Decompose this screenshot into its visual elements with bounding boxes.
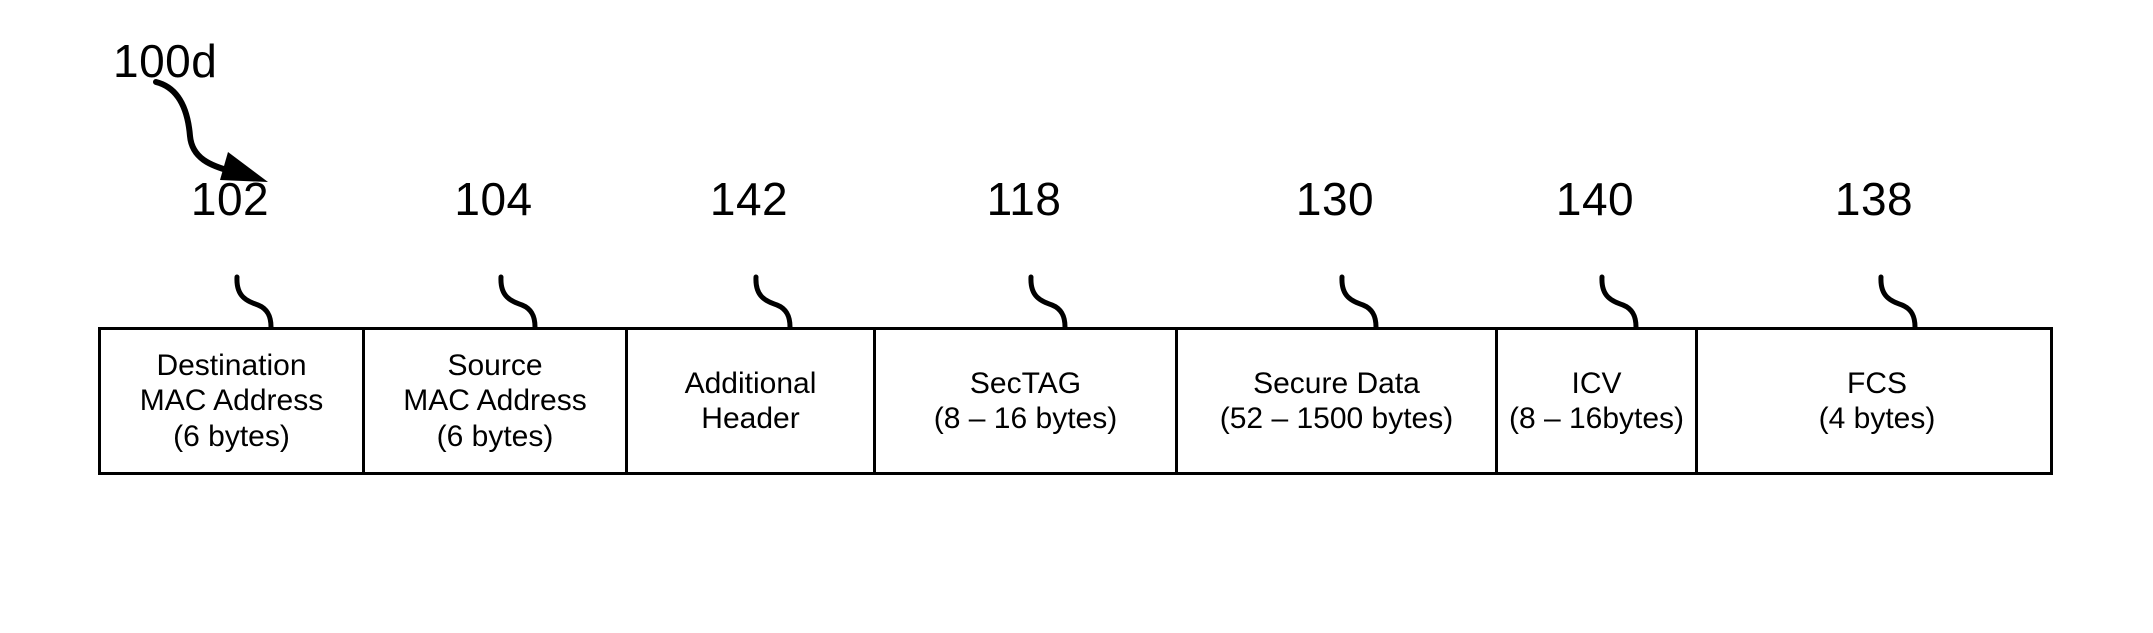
leader-line-104 bbox=[497, 274, 537, 329]
packet-field-label: Source bbox=[447, 349, 543, 383]
packet-field-label: (52 – 1500 bytes) bbox=[1219, 402, 1454, 435]
packet-field-additional-header: Additional Header bbox=[628, 330, 876, 472]
packet-field-label: Additional bbox=[684, 366, 817, 400]
reference-numeral-138: 138 bbox=[1834, 173, 1914, 225]
curved-arrow-icon bbox=[153, 79, 268, 182]
packet-field-fcs: FCS (4 bytes) bbox=[1698, 330, 2056, 472]
reference-numeral-102: 102 bbox=[190, 173, 270, 225]
packet-field-label: Secure Data bbox=[1253, 366, 1420, 400]
reference-numeral-140: 140 bbox=[1555, 173, 1635, 225]
packet-field-label: (6 bytes) bbox=[173, 419, 290, 453]
leader-line-102 bbox=[234, 274, 274, 329]
reference-numeral-104: 104 bbox=[454, 173, 533, 225]
packet-field-icv: ICV (8 – 16bytes) bbox=[1498, 330, 1698, 472]
leader-line-118 bbox=[1028, 274, 1068, 329]
packet-field-label: (8 – 16 bytes) bbox=[933, 402, 1118, 435]
reference-numeral-118: 118 bbox=[986, 173, 1062, 225]
leader-line-138 bbox=[1878, 274, 1918, 329]
packet-field-label: Destination bbox=[156, 349, 307, 383]
packet-frame: Destination MAC Address (6 bytes) Source MAC… bbox=[98, 327, 2053, 475]
packet-field-label: (8 – 16bytes) bbox=[1508, 402, 1685, 435]
packet-field-label: MAC Address bbox=[403, 384, 587, 418]
packet-field-label: FCS bbox=[1847, 366, 1907, 400]
packet-field-label: MAC Address bbox=[139, 384, 324, 418]
reference-numeral-130: 130 bbox=[1295, 173, 1375, 225]
packet-field-label: Header bbox=[701, 402, 800, 435]
leader-line-142 bbox=[753, 274, 793, 329]
packet-field-label: SecTAG bbox=[969, 366, 1082, 400]
packet-format-diagram: 100d 102 104 142 118 130 140 138 Destination MA… bbox=[0, 0, 2153, 633]
packet-field-label: (4 bytes) bbox=[1818, 402, 1936, 435]
packet-field-secure-data: Secure Data (52 – 1500 bytes) bbox=[1178, 330, 1498, 472]
packet-field-sectag: SecTAG (8 – 16 bytes) bbox=[876, 330, 1178, 472]
leader-line-130 bbox=[1339, 274, 1379, 329]
leader-line-140 bbox=[1599, 274, 1639, 329]
reference-numeral-142: 142 bbox=[709, 173, 789, 225]
packet-field-label: ICV bbox=[1571, 366, 1622, 400]
packet-field-source-mac-address: Source MAC Address (6 bytes) bbox=[365, 330, 628, 472]
packet-field-label: (6 bytes) bbox=[436, 419, 554, 453]
packet-field-destination-mac-address: Destination MAC Address (6 bytes) bbox=[101, 330, 365, 472]
